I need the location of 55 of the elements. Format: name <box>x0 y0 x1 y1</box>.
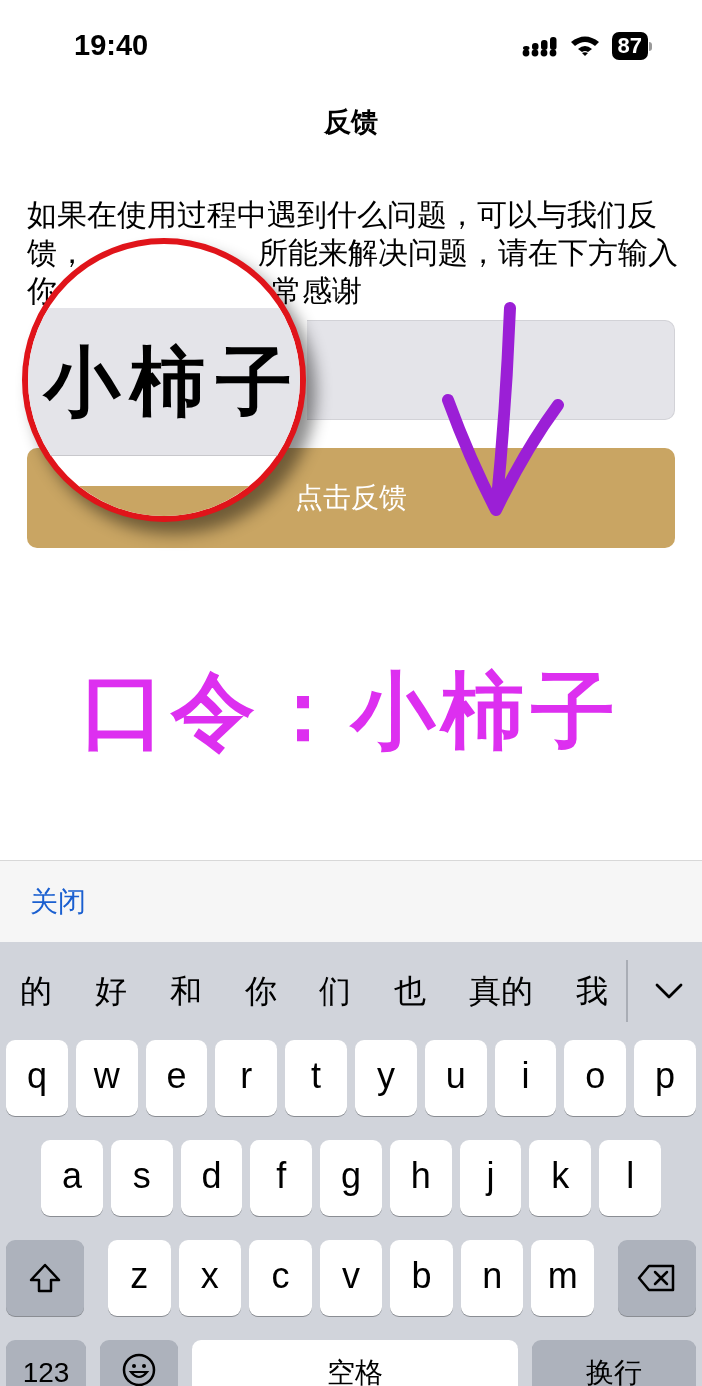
letter-key[interactable]: g <box>320 1140 382 1216</box>
candidate-word[interactable]: 的 <box>20 967 52 1015</box>
letter-key[interactable]: f <box>250 1140 313 1216</box>
letter-key[interactable]: k <box>529 1140 592 1216</box>
letter-key[interactable]: q <box>6 1040 68 1116</box>
intro-text: 如果在使用过程中遇到什么问题，可以与我们反 <box>27 197 657 233</box>
numbers-key[interactable]: 123 <box>6 1340 86 1386</box>
letter-key[interactable]: v <box>319 1240 383 1316</box>
letter-key[interactable]: h <box>389 1140 452 1216</box>
intro-text: 常感谢 <box>272 273 362 309</box>
shift-icon <box>28 1262 62 1294</box>
letter-key[interactable]: u <box>424 1040 487 1116</box>
status-time: 19:40 <box>74 28 149 64</box>
letter-key[interactable]: z <box>108 1240 171 1316</box>
feedback-field[interactable] <box>307 320 675 420</box>
candidate-word[interactable]: 和 <box>169 967 202 1015</box>
shift-key[interactable] <box>6 1240 84 1316</box>
smiley-icon <box>121 1352 157 1386</box>
chevron-down-icon[interactable] <box>654 982 684 1000</box>
letter-key[interactable]: w <box>75 1040 138 1116</box>
magnified-field-value: 小柿子 <box>44 335 300 428</box>
candidate-word[interactable]: 好 <box>94 967 127 1015</box>
candidate-word[interactable]: 也 <box>394 967 427 1015</box>
letter-key[interactable]: r <box>215 1040 278 1116</box>
candidate-word[interactable]: 真的 <box>469 967 534 1015</box>
letter-key[interactable]: e <box>145 1040 208 1116</box>
letter-key[interactable]: c <box>249 1240 312 1316</box>
letter-key[interactable]: y <box>355 1040 417 1116</box>
letter-key[interactable]: s <box>110 1140 173 1216</box>
letter-key[interactable]: d <box>180 1140 243 1216</box>
letter-key[interactable]: x <box>178 1240 242 1316</box>
letter-key[interactable]: p <box>634 1040 696 1116</box>
battery-level: 87 <box>611 32 648 60</box>
intro-text: 所能来解决问题，请在下方输入 <box>258 235 678 271</box>
letter-key[interactable]: a <box>41 1140 103 1216</box>
letter-key[interactable]: b <box>390 1240 453 1316</box>
candidate-word[interactable]: 我 <box>575 967 608 1015</box>
candidate-word[interactable]: 你 <box>244 967 277 1015</box>
letter-key[interactable]: n <box>460 1240 524 1316</box>
return-key[interactable]: 换行 <box>532 1340 696 1386</box>
page-title: 反馈 <box>324 106 378 139</box>
candidate-word[interactable]: 们 <box>319 967 352 1015</box>
letter-key[interactable]: j <box>459 1140 522 1216</box>
wifi-icon <box>569 35 600 57</box>
letter-key[interactable]: o <box>564 1040 627 1116</box>
delete-key[interactable] <box>618 1240 697 1316</box>
space-key[interactable]: 空格 <box>192 1340 518 1386</box>
letter-key[interactable]: m <box>531 1240 595 1316</box>
intro-text: 馈， <box>27 235 87 271</box>
close-button[interactable]: 关闭 <box>30 880 86 923</box>
letter-key[interactable]: t <box>285 1040 347 1116</box>
letter-key[interactable]: l <box>599 1140 662 1216</box>
annotation-text: 口令：小柿子 <box>81 663 621 760</box>
signal-icon <box>521 35 558 57</box>
letter-key[interactable]: i <box>494 1040 557 1116</box>
